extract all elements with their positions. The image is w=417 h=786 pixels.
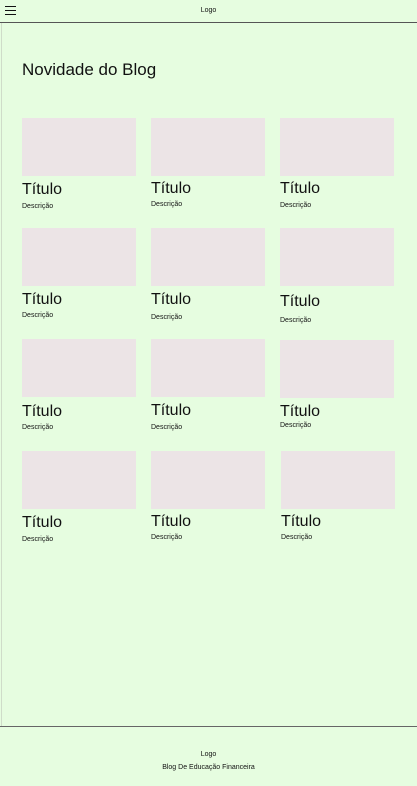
blog-card-title[interactable]: Título bbox=[280, 403, 395, 421]
blog-card-title[interactable]: Título bbox=[22, 403, 137, 421]
footer-blog-name: Blog De Educação Financeira bbox=[162, 764, 255, 771]
footer: Logo Blog De Educação Financeira bbox=[0, 726, 417, 786]
blog-card[interactable]: Título Descrição bbox=[22, 451, 137, 544]
blog-card[interactable]: Título Descrição bbox=[280, 118, 395, 210]
blog-card[interactable]: Título Descrição bbox=[22, 228, 137, 320]
page-title: Novidade do Blog bbox=[22, 60, 157, 79]
blog-card-image[interactable] bbox=[281, 451, 395, 509]
blog-card-description: Descrição bbox=[281, 534, 313, 541]
blog-card-description: Descrição bbox=[22, 536, 54, 543]
blog-card[interactable]: Título Descrição bbox=[151, 339, 266, 432]
blog-card-description: Descrição bbox=[280, 202, 312, 209]
page: Logo Novidade do Blog Título Descrição T… bbox=[0, 0, 417, 785]
blog-card-image[interactable] bbox=[151, 118, 265, 176]
blog-card-title[interactable]: Título bbox=[151, 180, 266, 198]
blog-card-title[interactable]: Título bbox=[151, 513, 266, 531]
blog-card[interactable]: Título Descrição bbox=[280, 228, 395, 325]
header: Logo bbox=[0, 0, 417, 23]
blog-card-description: Descrição bbox=[151, 534, 183, 541]
blog-card-image[interactable] bbox=[22, 228, 136, 286]
blog-card-description: Descrição bbox=[151, 314, 183, 321]
blog-card[interactable]: Título Descrição bbox=[281, 451, 396, 542]
blog-card[interactable]: Título Descrição bbox=[151, 451, 266, 542]
blog-card-title[interactable]: Título bbox=[22, 181, 137, 199]
blog-card[interactable]: Título Descrição bbox=[22, 339, 137, 432]
blog-card-image[interactable] bbox=[22, 118, 136, 176]
blog-card-image[interactable] bbox=[280, 340, 394, 398]
blog-card-description: Descrição bbox=[151, 201, 183, 208]
blog-card[interactable]: Título Descrição bbox=[151, 228, 266, 322]
blog-card-title[interactable]: Título bbox=[280, 293, 395, 311]
footer-logo[interactable]: Logo bbox=[0, 750, 417, 759]
blog-card-title[interactable]: Título bbox=[281, 513, 396, 531]
header-logo[interactable]: Logo bbox=[0, 6, 417, 15]
blog-card-description: Descrição bbox=[151, 424, 183, 431]
blog-card[interactable]: Título Descrição bbox=[151, 118, 266, 209]
blog-card-title[interactable]: Título bbox=[151, 402, 266, 420]
blog-card[interactable]: Título Descrição bbox=[280, 340, 395, 430]
blog-card-description: Descrição bbox=[22, 312, 54, 319]
blog-card-title[interactable]: Título bbox=[22, 514, 137, 532]
blog-card-description: Descrição bbox=[22, 424, 54, 431]
blog-card-image[interactable] bbox=[280, 228, 394, 286]
blog-card-description: Descrição bbox=[280, 422, 312, 429]
blog-card-title[interactable]: Título bbox=[280, 180, 395, 198]
blog-card[interactable]: Título Descrição bbox=[22, 118, 137, 211]
blog-card-title[interactable]: Título bbox=[151, 291, 266, 309]
blog-card-description: Descrição bbox=[280, 317, 312, 324]
blog-card-image[interactable] bbox=[151, 451, 265, 509]
blog-card-image[interactable] bbox=[22, 339, 136, 397]
blog-card-image[interactable] bbox=[151, 228, 265, 286]
blog-card-image[interactable] bbox=[280, 118, 394, 176]
left-divider bbox=[1, 23, 2, 726]
blog-card-image[interactable] bbox=[151, 339, 265, 397]
blog-card-image[interactable] bbox=[22, 451, 136, 509]
blog-card-title[interactable]: Título bbox=[22, 291, 137, 309]
blog-card-description: Descrição bbox=[22, 203, 54, 210]
